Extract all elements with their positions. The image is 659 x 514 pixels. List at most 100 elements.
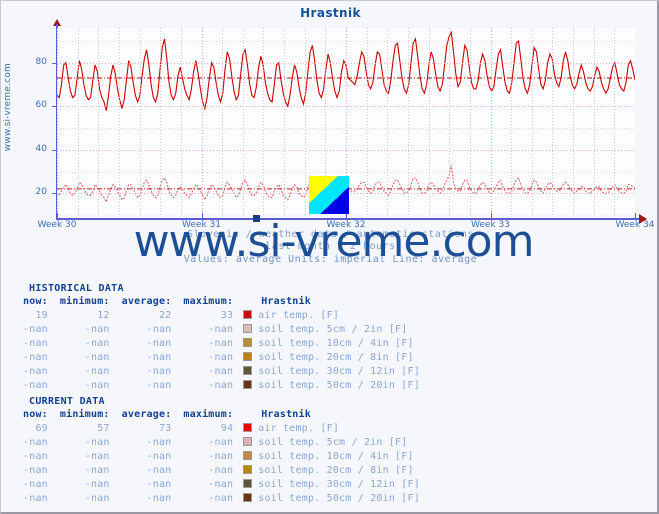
y-axis-tick-mark (52, 149, 57, 151)
legend-swatch-icon (243, 310, 253, 319)
legend-swatch-icon (243, 324, 253, 333)
cell-average: 22 (158, 310, 172, 321)
cell-minimum: 57 (97, 423, 110, 434)
table-row: 69 57 73 94 air temp. [F] (17, 422, 426, 436)
cell-now: -nan (23, 465, 48, 476)
legend-swatch-icon (243, 479, 253, 488)
legend-swatch-icon (243, 437, 253, 446)
cell-maximum: -nan (208, 338, 234, 349)
x-gridline-minor (511, 28, 512, 215)
series-label: soil temp. 30cm / 12in [F] (258, 366, 420, 377)
cell-now: -nan (23, 380, 48, 391)
x-gridline-minor (449, 28, 450, 215)
column-header: average: (121, 409, 172, 420)
x-gridline-minor (408, 28, 409, 215)
x-gridline-minor (181, 28, 182, 215)
cell-series: soil temp. 10cm / 4in [F] (239, 450, 426, 464)
cell-minimum: -nan (84, 479, 110, 490)
cell-average: -nan (146, 324, 172, 335)
x-gridline-minor (532, 28, 533, 215)
cell-series: soil temp. 50cm / 20in [F] (239, 492, 426, 506)
historical-section-title: HISTORICAL DATA (29, 283, 124, 294)
series-label: soil temp. 10cm / 4in [F] (258, 338, 414, 349)
y-axis-tick-label: 80 (35, 56, 47, 67)
cell-now: -nan (23, 324, 48, 335)
x-gridline-minor (243, 28, 244, 215)
x-gridline-minor (140, 28, 141, 215)
cell-average: -nan (146, 352, 172, 363)
cell-now: -nan (23, 493, 48, 504)
cell-now: -nan (23, 479, 48, 490)
cell-maximum: -nan (208, 366, 234, 377)
series-label: soil temp. 20cm / 8in [F] (258, 352, 414, 363)
cell-maximum: 33 (220, 310, 234, 321)
series-label: soil temp. 20cm / 8in [F] (258, 465, 414, 476)
cell-maximum: -nan (208, 324, 234, 335)
weather-chart-page: Hrastnik www.si-vreme.com 20 40 60 80 Week … (0, 0, 659, 514)
x-gridline-minor (387, 28, 388, 215)
y-axis-tick-label: 60 (35, 100, 47, 111)
series-label: soil temp. 5cm / 2in [F] (258, 437, 408, 448)
table-row: -nan -nan -nan -nan soil temp. 5cm / 2in [F] (17, 436, 426, 450)
cell-minimum: -nan (84, 324, 110, 335)
current-data-section: CURRENT DATA now: minimum: average: maximum… (1, 396, 657, 506)
y-axis-tick-mark (52, 106, 57, 108)
column-header: average: (121, 296, 172, 307)
cell-minimum: -nan (84, 493, 110, 504)
cell-average: -nan (146, 366, 172, 377)
cell-minimum: -nan (84, 451, 110, 462)
current-period-marker-icon (309, 176, 349, 214)
cell-minimum: -nan (84, 437, 110, 448)
table-row: -nan -nan -nan -nan soil temp. 20cm / 8in [F… (17, 351, 426, 365)
legend-swatch-icon (243, 451, 253, 460)
cell-series: air temp. [F] (239, 422, 426, 436)
legend-swatch-icon (243, 352, 253, 361)
legend-swatch-icon (243, 380, 253, 389)
x-gridline-major (57, 28, 58, 215)
cell-average: -nan (146, 380, 172, 391)
cell-average: -nan (146, 437, 172, 448)
table-row: -nan -nan -nan -nan soil temp. 5cm / 2in [F] (17, 323, 426, 337)
chart-subtitle-range: last month / 2 hours (265, 241, 396, 252)
cell-minimum: 12 (97, 310, 110, 321)
x-gridline-minor (367, 28, 368, 215)
column-header: maximum: (183, 409, 234, 420)
series-label: air temp. [F] (258, 310, 340, 321)
table-header-row: now: minimum: average: maximum: Hrastnik (17, 296, 426, 309)
x-gridline-minor (614, 28, 615, 215)
historical-data-table: now: minimum: average: maximum: Hrastnik 19 1… (17, 296, 426, 393)
x-gridline-minor (552, 28, 553, 215)
y-axis-tick-label: 20 (35, 187, 47, 198)
series-label: soil temp. 50cm / 20in [F] (258, 380, 420, 391)
cell-now: 69 (35, 423, 48, 434)
cell-now: -nan (23, 338, 48, 349)
table-row: -nan -nan -nan -nan soil temp. 50cm / 20in [… (17, 379, 426, 393)
cell-series: soil temp. 30cm / 12in [F] (239, 365, 426, 379)
current-section-title: CURRENT DATA (29, 396, 105, 407)
x-gridline-minor (98, 28, 99, 215)
legend-swatch-icon (243, 338, 253, 347)
x-axis-tick-mark (491, 213, 492, 218)
chart-subtitle-units: Values: average Units: imperial Line: av… (183, 254, 478, 265)
x-gridline-minor (284, 28, 285, 215)
cell-minimum: -nan (84, 366, 110, 377)
cell-maximum: -nan (208, 380, 234, 391)
column-header: now: (23, 296, 48, 307)
legend-swatch-icon (243, 493, 253, 502)
cell-maximum: -nan (208, 451, 234, 462)
cell-series: soil temp. 5cm / 2in [F] (239, 436, 426, 450)
cell-maximum: -nan (208, 479, 234, 490)
x-gridline-minor (222, 28, 223, 215)
cell-maximum: -nan (208, 437, 234, 448)
cell-series: soil temp. 5cm / 2in [F] (239, 323, 426, 337)
column-header: minimum: (59, 409, 110, 420)
column-header: Hrastnik (261, 296, 311, 307)
y-axis-tick-mark (52, 193, 57, 195)
series-label: soil temp. 5cm / 2in [F] (258, 324, 408, 335)
cell-minimum: -nan (84, 338, 110, 349)
cell-series: air temp. [F] (239, 309, 426, 323)
x-axis-tick-mark (202, 213, 203, 218)
cell-now: -nan (23, 352, 48, 363)
cell-average: 73 (158, 423, 172, 434)
cell-series: soil temp. 10cm / 4in [F] (239, 337, 426, 351)
